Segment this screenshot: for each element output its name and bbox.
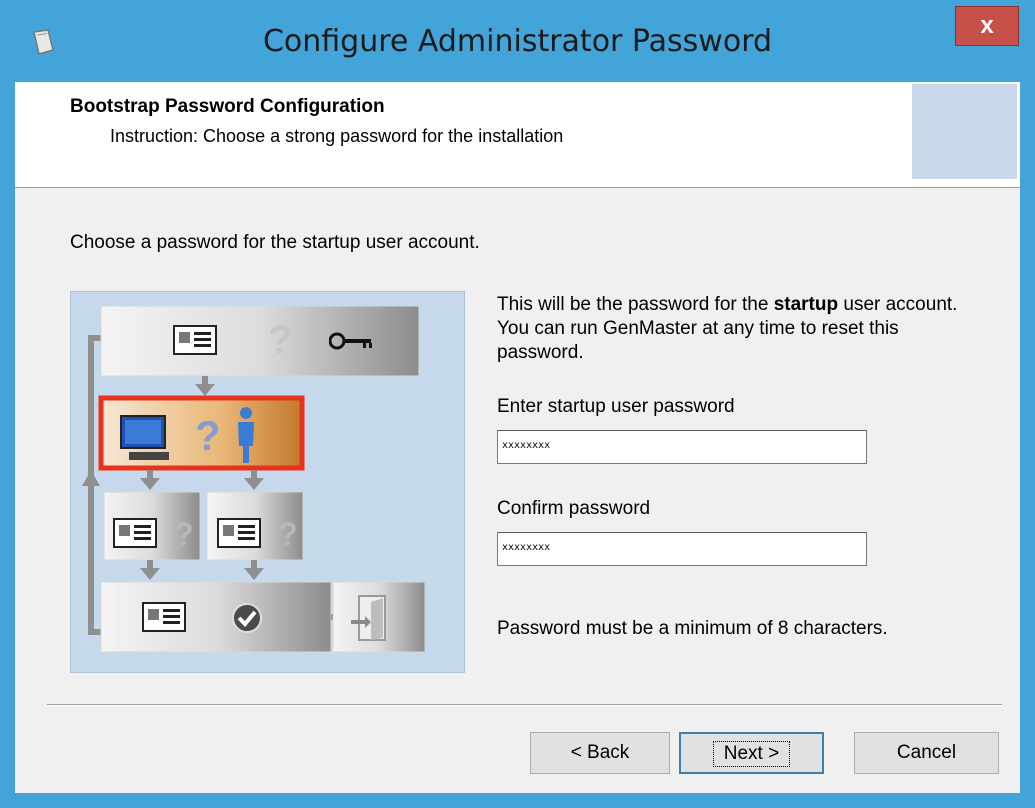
dialog-client-area: Bootstrap Password Configuration Instruc… <box>15 82 1020 793</box>
question-mark-icon: ? <box>278 516 298 552</box>
password-field[interactable]: xxxxxxxx <box>497 430 867 464</box>
id-card-icon <box>142 602 186 632</box>
password-hint: Password must be a minimum of 8 characte… <box>497 618 888 639</box>
key-icon <box>329 332 372 350</box>
confirm-password-label: Confirm password <box>497 498 651 519</box>
id-card-icon <box>217 518 261 548</box>
id-card-icon <box>113 518 157 548</box>
exit-door-icon <box>351 595 386 641</box>
back-button[interactable]: < Back <box>530 732 670 774</box>
wizard-header: Bootstrap Password Configuration Instruc… <box>15 82 1020 188</box>
header-image <box>912 84 1017 179</box>
id-card-icon <box>173 325 217 355</box>
separator <box>47 704 1002 706</box>
next-button[interactable]: Next > <box>679 732 824 774</box>
checkmark-icon <box>232 603 262 633</box>
confirm-password-field[interactable]: xxxxxxxx <box>497 532 867 566</box>
prompt-text: Choose a password for the startup user a… <box>70 232 480 253</box>
password-label: Enter startup user password <box>497 396 735 417</box>
workflow-illustration: ? ? ? ? <box>70 291 465 673</box>
window-title: Configure Administrator Password <box>262 24 773 59</box>
header-subtitle: Instruction: Choose a strong password fo… <box>110 126 564 146</box>
description-before: This will be the password for the <box>497 294 774 315</box>
question-mark-icon: ? <box>174 516 194 552</box>
question-mark-icon: ? <box>268 318 293 362</box>
dialog-window: Configure Administrator Password x Boots… <box>0 0 1035 808</box>
description-bold: startup <box>773 294 839 315</box>
description-text: This will be the password for the startu… <box>497 293 967 365</box>
cancel-button[interactable]: Cancel <box>854 732 999 774</box>
close-button[interactable]: x <box>955 6 1019 46</box>
close-icon: x <box>980 12 994 39</box>
title-bar[interactable]: Configure Administrator Password x <box>0 0 1035 82</box>
computer-icon <box>120 415 169 460</box>
person-icon <box>238 407 254 463</box>
next-button-label: Next > <box>712 741 791 767</box>
header-title: Bootstrap Password Configuration <box>70 96 385 117</box>
question-mark-icon: ? <box>195 412 221 459</box>
